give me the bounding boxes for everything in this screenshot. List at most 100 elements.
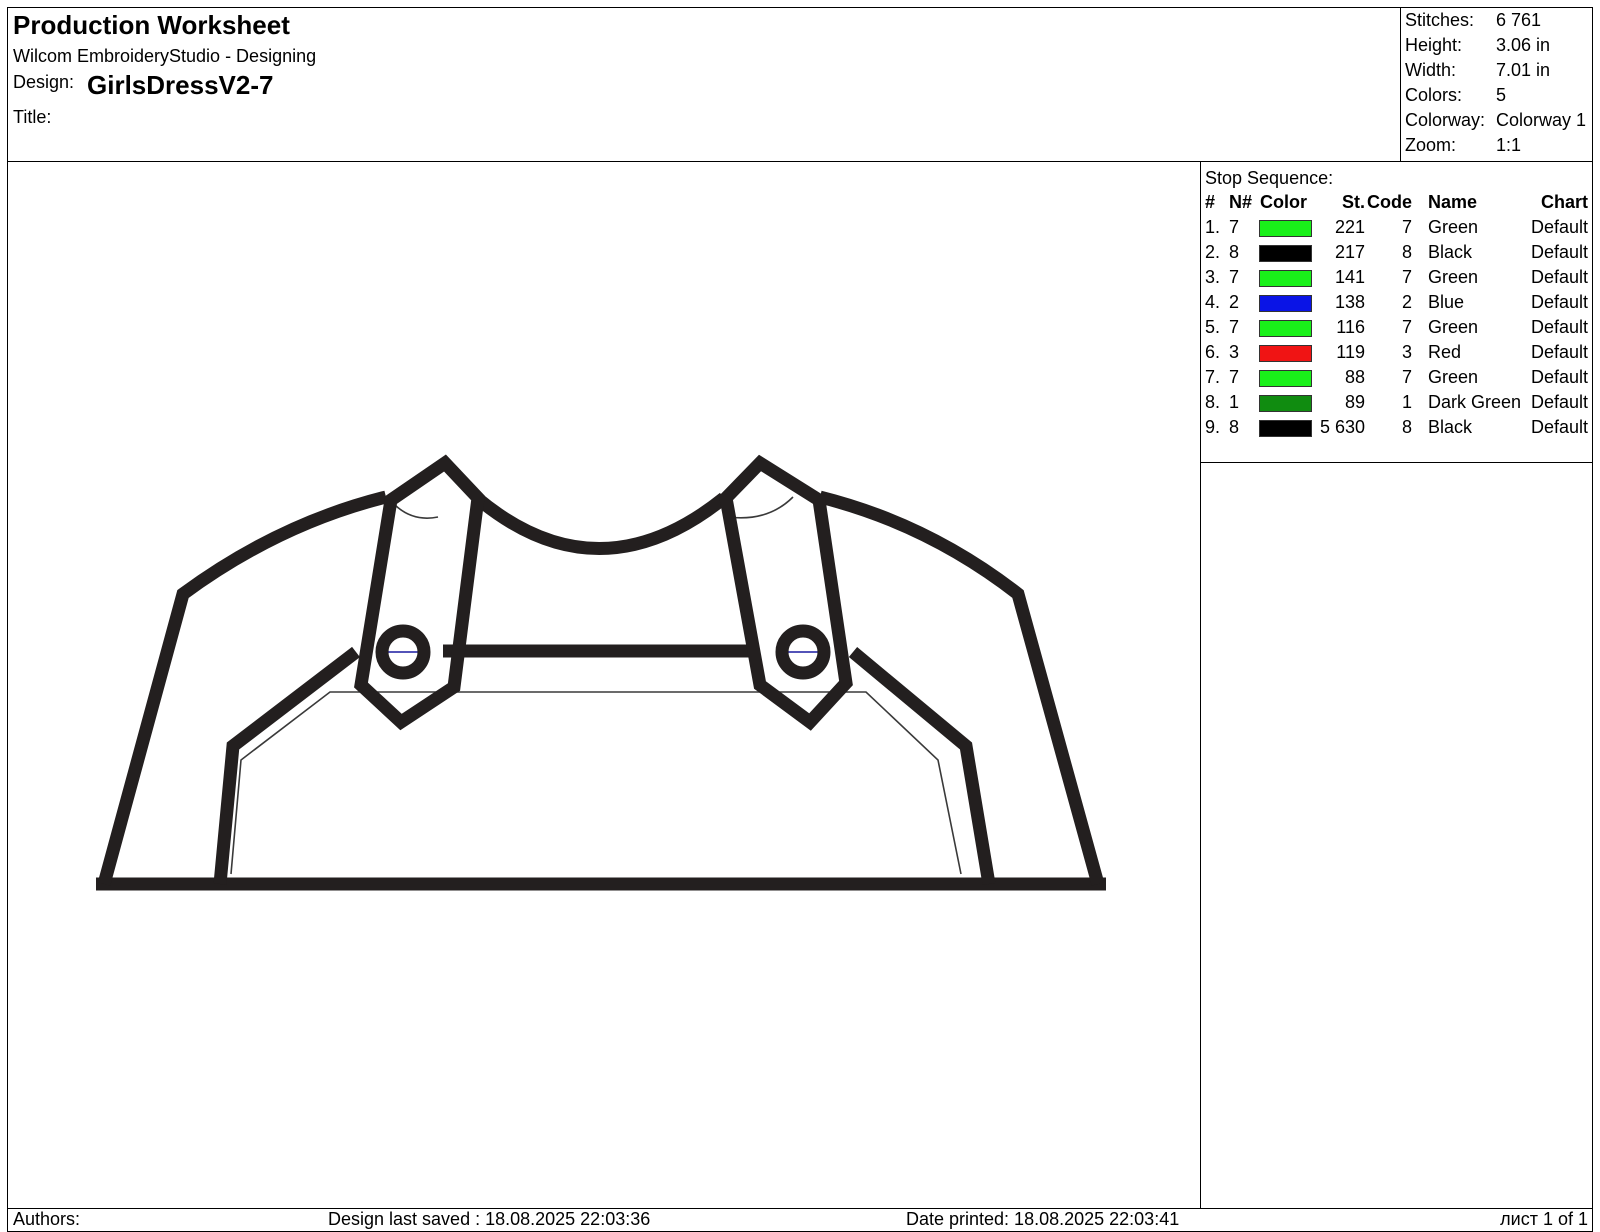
worksheet-footer: Authors: Design last saved : 18.08.2025 … xyxy=(8,1208,1592,1232)
design-stats: Stitches: 6 761 Height: 3.06 in Width: 7… xyxy=(1400,8,1593,161)
cell-stitches: 119 xyxy=(1336,342,1365,362)
cell-stitches: 138 xyxy=(1334,292,1365,312)
table-row: 9. 8 5 630 8 Black Default xyxy=(1201,417,1592,442)
cell-stitches: 88 xyxy=(1344,367,1365,387)
cell-code: 8 xyxy=(1401,417,1412,437)
design-label: Design: xyxy=(13,72,75,92)
color-swatch xyxy=(1259,245,1312,262)
cell-name: Dark Green xyxy=(1428,392,1522,412)
cell-name: Black xyxy=(1428,242,1473,262)
table-row: 6. 3 119 3 Red Default xyxy=(1201,342,1592,367)
cell-code: 1 xyxy=(1401,392,1412,412)
stop-sequence-title: Stop Sequence: xyxy=(1205,168,1334,188)
cell-needle: 2 xyxy=(1229,292,1240,312)
cell-chart: Default xyxy=(1530,392,1588,412)
cell-chart: Default xyxy=(1530,417,1588,437)
placement-line-bib xyxy=(230,691,962,875)
stat-label: Stitches: xyxy=(1405,10,1475,30)
cell-stitches: 116 xyxy=(1336,317,1365,337)
neckline xyxy=(472,492,729,555)
page-info: лист 1 of 1 xyxy=(1500,1209,1588,1229)
cell-stitches: 89 xyxy=(1344,392,1365,412)
cell-stitches: 141 xyxy=(1334,267,1365,287)
col-header-color: Color xyxy=(1260,192,1307,212)
cell-name: Green xyxy=(1428,317,1479,337)
cell-num: 5. xyxy=(1205,317,1221,337)
stop-sequence-table: # N# Color St. Code Name Chart 1. 7 221 7 Gr… xyxy=(1201,192,1592,463)
design-name: GirlsDressV2-7 xyxy=(87,70,274,100)
embroidery-design xyxy=(96,454,1106,891)
col-header-needle: N# xyxy=(1229,192,1253,212)
cell-num: 1. xyxy=(1205,217,1221,237)
cell-stitches: 221 xyxy=(1334,217,1365,237)
table-row: 5. 7 116 7 Green Default xyxy=(1201,317,1592,342)
cell-num: 3. xyxy=(1205,267,1221,287)
stat-value: Colorway 1 xyxy=(1496,110,1587,130)
color-swatch xyxy=(1259,320,1312,337)
cell-chart: Default xyxy=(1530,217,1588,237)
stat-label: Colorway: xyxy=(1405,110,1486,130)
stat-value: 3.06 in xyxy=(1496,35,1551,55)
right-sleeve-outline xyxy=(818,490,1105,886)
color-swatch xyxy=(1259,270,1312,287)
table-row: 7. 7 88 7 Green Default xyxy=(1201,367,1592,392)
last-saved: Design last saved : 18.08.2025 22:03:36 xyxy=(328,1209,651,1229)
table-row: 1. 7 221 7 Green Default xyxy=(1201,217,1592,242)
cell-num: 7. xyxy=(1205,367,1221,387)
software-name: Wilcom EmbroideryStudio - Designing xyxy=(13,46,317,66)
date-printed: Date printed: 18.08.2025 22:03:41 xyxy=(906,1209,1180,1229)
table-row: 8. 1 89 1 Dark Green Default xyxy=(1201,392,1592,417)
color-swatch xyxy=(1259,220,1312,237)
cell-code: 2 xyxy=(1401,292,1412,312)
cell-name: Green xyxy=(1428,217,1479,237)
col-header-code: Code xyxy=(1367,192,1412,212)
cell-stitches: 5 630 xyxy=(1319,417,1365,437)
color-swatch xyxy=(1259,345,1312,362)
cell-code: 3 xyxy=(1401,342,1412,362)
cell-code: 7 xyxy=(1401,217,1412,237)
design-preview xyxy=(8,162,1201,1208)
cell-name: Black xyxy=(1428,417,1473,437)
stat-value: 6 761 xyxy=(1496,10,1542,30)
cell-num: 4. xyxy=(1205,292,1221,312)
cell-needle: 7 xyxy=(1229,217,1240,237)
stat-value: 5 xyxy=(1496,85,1507,105)
stat-label: Height: xyxy=(1405,35,1463,55)
cell-chart: Default xyxy=(1530,342,1588,362)
cell-num: 2. xyxy=(1205,242,1221,262)
cell-num: 6. xyxy=(1205,342,1221,362)
cell-needle: 7 xyxy=(1229,267,1240,287)
cell-num: 8. xyxy=(1205,392,1221,412)
col-header-stitches: St. xyxy=(1341,192,1365,212)
placement-line-right-armhole xyxy=(727,496,794,519)
cell-needle: 7 xyxy=(1229,317,1240,337)
cell-num: 9. xyxy=(1205,417,1221,437)
bib-outline xyxy=(213,646,996,886)
color-swatch xyxy=(1259,395,1312,412)
sheet-title: Production Worksheet xyxy=(13,10,290,40)
cell-needle: 8 xyxy=(1229,417,1240,437)
color-swatch xyxy=(1259,295,1312,312)
cell-chart: Default xyxy=(1530,292,1588,312)
col-header-chart: Chart xyxy=(1540,192,1588,212)
table-row: 3. 7 141 7 Green Default xyxy=(1201,267,1592,292)
worksheet-header: Production Worksheet Wilcom EmbroiderySt… xyxy=(8,8,1592,162)
cell-chart: Default xyxy=(1530,367,1588,387)
col-header-name: Name xyxy=(1428,192,1478,212)
cell-needle: 7 xyxy=(1229,367,1240,387)
col-header-num: # xyxy=(1205,192,1216,212)
cell-needle: 3 xyxy=(1229,342,1240,362)
cell-needle: 8 xyxy=(1229,242,1240,262)
production-worksheet: Production Worksheet Wilcom EmbroiderySt… xyxy=(7,7,1593,1232)
authors-label: Authors: xyxy=(13,1209,81,1229)
stat-label: Zoom: xyxy=(1405,135,1457,155)
cell-chart: Default xyxy=(1530,242,1588,262)
cell-name: Green xyxy=(1428,367,1479,387)
cell-chart: Default xyxy=(1530,267,1588,287)
table-row: 2. 8 217 8 Black Default xyxy=(1201,242,1592,267)
cell-name: Red xyxy=(1428,342,1462,362)
color-swatch xyxy=(1259,420,1312,437)
stat-value: 7.01 in xyxy=(1496,60,1551,80)
cell-chart: Default xyxy=(1530,317,1588,337)
color-swatch xyxy=(1259,370,1312,387)
